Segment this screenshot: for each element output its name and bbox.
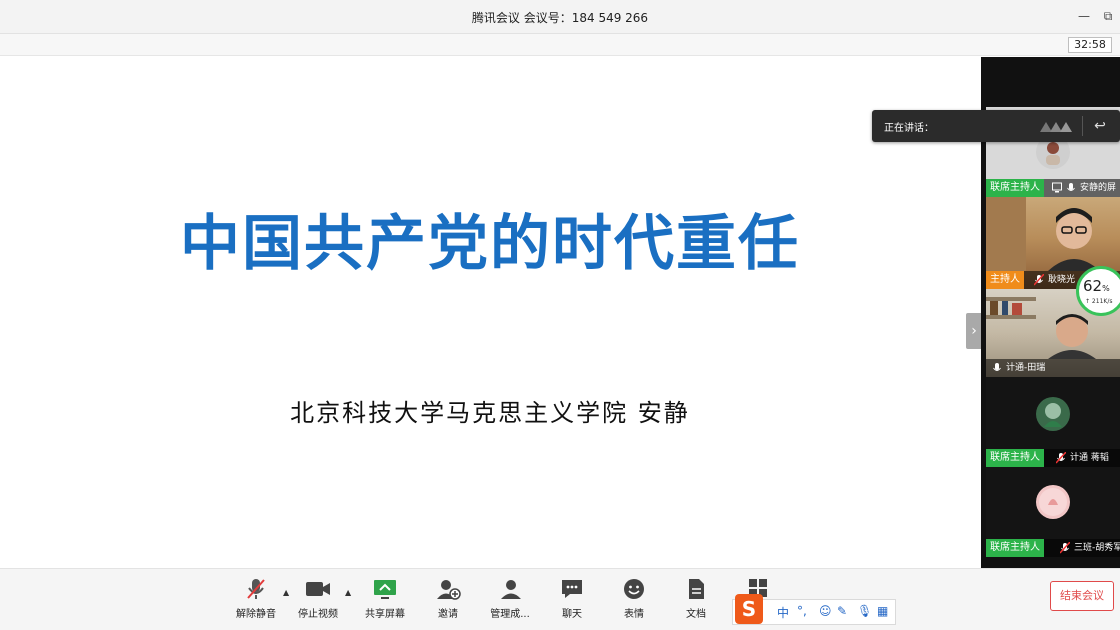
slide-title: 中国共产党的时代重任 xyxy=(180,209,800,279)
screen-share-icon xyxy=(1052,182,1062,193)
speaking-label: 正在讲话： xyxy=(884,123,934,134)
reactions-label: 表情 xyxy=(624,609,644,620)
microphone-icon xyxy=(1067,183,1075,191)
participant-label: 计通-田瑞 xyxy=(986,359,1120,377)
share-screen-label: 共享屏幕 xyxy=(365,609,405,620)
camera-person-image xyxy=(986,197,1100,271)
participant-label: 联席主持人 计通 蒋韬 xyxy=(986,449,1120,467)
upload-rate: ↑ 211K/s xyxy=(1085,298,1113,305)
reply-icon[interactable]: ↩ xyxy=(1090,116,1110,136)
invite-button[interactable]: 邀请 xyxy=(420,577,476,625)
panel-toggle-button[interactable]: › xyxy=(966,313,982,349)
members-icon xyxy=(501,580,521,599)
shared-slide: 中国共产党的时代重任 北京科技大学马克思主义学院 安静 xyxy=(0,57,980,568)
manage-members-label: 管理成... xyxy=(490,609,530,620)
caret-up-icon[interactable]: ▲ xyxy=(283,588,289,597)
participant-name: 安静的屏 xyxy=(1080,183,1117,193)
cohost-badge: 联席主持人 xyxy=(986,449,1044,467)
participant-label: 联席主持人 三班-胡秀军 xyxy=(986,539,1120,557)
minimize-button[interactable]: — xyxy=(1076,8,1092,24)
documents-label: 文档 xyxy=(686,609,706,620)
slide-subtitle: 北京科技大学马克思主义学院 安静 xyxy=(290,399,690,427)
cohost-badge: 联席主持人 xyxy=(986,539,1044,557)
window-title: 腾讯会议 会议号：184 549 266 xyxy=(471,11,649,25)
stop-video-label: 停止视频 xyxy=(298,609,338,620)
participant-label: 联席主持人 安静的屏 xyxy=(986,179,1120,197)
host-badge: 主持人 xyxy=(986,271,1024,289)
participant-name: 计通-田瑞 xyxy=(1006,363,1046,373)
participant-name: 三班-胡秀军 xyxy=(1074,543,1120,553)
cohost-badge: 联席主持人 xyxy=(986,179,1044,197)
manage-members-button[interactable]: 管理成... xyxy=(482,577,538,625)
meeting-window: 腾讯会议 会议号：184 549 266 — ⧉ 32:58 中国共产党的时代重… xyxy=(0,0,1120,630)
muted-microphone-icon xyxy=(1056,452,1066,464)
chat-label: 聊天 xyxy=(562,609,582,620)
chat-icon xyxy=(562,580,582,598)
speaking-indicator: 正在讲话： ↩ xyxy=(872,110,1120,142)
title-bar: 腾讯会议 会议号：184 549 266 — ⧉ xyxy=(0,0,1120,34)
network-status-gauge[interactable]: 62% ↑ 211K/s xyxy=(1076,266,1120,316)
avatar xyxy=(1036,485,1070,519)
sogou-logo-icon[interactable]: S xyxy=(735,594,763,624)
reactions-button[interactable]: 表情 xyxy=(606,577,662,625)
toolbox-icon[interactable]: ▦ xyxy=(877,604,888,618)
chat-button[interactable]: 聊天 xyxy=(544,577,600,625)
bottom-toolbar: 解除静音 ▲ 停止视频 ▲ 共享屏幕 邀请 管理成... 聊天 表情 文档 结束… xyxy=(0,568,1120,630)
participant-tile[interactable]: 联席主持人 三班-胡秀军 xyxy=(986,467,1120,557)
share-screen-button[interactable]: 共享屏幕 xyxy=(357,577,413,625)
smiley-icon xyxy=(624,579,644,599)
add-user-icon xyxy=(437,580,461,600)
pen-icon[interactable]: ✎ xyxy=(837,604,847,618)
documents-button[interactable]: 文档 xyxy=(668,577,724,625)
ime-toolbar: S 中 °, ☺ ✎ 🎙 ▦ xyxy=(732,594,896,625)
invite-label: 邀请 xyxy=(438,609,458,620)
emoji-icon[interactable]: ☺ xyxy=(819,604,832,618)
avatar xyxy=(1036,397,1070,431)
ime-punctuation-toggle[interactable]: °, xyxy=(797,604,807,618)
divider xyxy=(1082,116,1083,136)
microphone-icon[interactable]: 🎙 xyxy=(857,604,872,618)
muted-microphone-icon xyxy=(1034,274,1044,286)
restore-button[interactable]: ⧉ xyxy=(1100,8,1116,24)
unmute-button[interactable]: 解除静音 xyxy=(228,577,284,625)
participant-tile[interactable]: 联席主持人 计通 蒋韬 xyxy=(986,377,1120,467)
unmute-label: 解除静音 xyxy=(236,609,276,620)
meeting-timer: 32:58 xyxy=(1068,37,1112,53)
chevron-right-icon: › xyxy=(971,323,977,339)
speaker-avatars-icon xyxy=(1040,122,1072,132)
stop-video-button[interactable]: 停止视频 xyxy=(290,577,346,625)
share-screen-icon xyxy=(374,580,396,599)
caret-up-icon[interactable]: ▲ xyxy=(345,588,351,597)
video-camera-icon xyxy=(306,582,330,596)
document-icon xyxy=(689,579,704,599)
muted-microphone-icon xyxy=(247,579,265,599)
ime-mode-toggle[interactable]: 中 xyxy=(777,604,789,621)
participant-name: 计通 蒋韬 xyxy=(1070,453,1109,463)
info-bar: 32:58 xyxy=(0,34,1120,56)
network-percent: 62% xyxy=(1083,277,1110,295)
end-meeting-button[interactable]: 结束会议 xyxy=(1050,581,1114,611)
microphone-icon xyxy=(993,363,1001,371)
muted-microphone-icon xyxy=(1060,542,1070,554)
